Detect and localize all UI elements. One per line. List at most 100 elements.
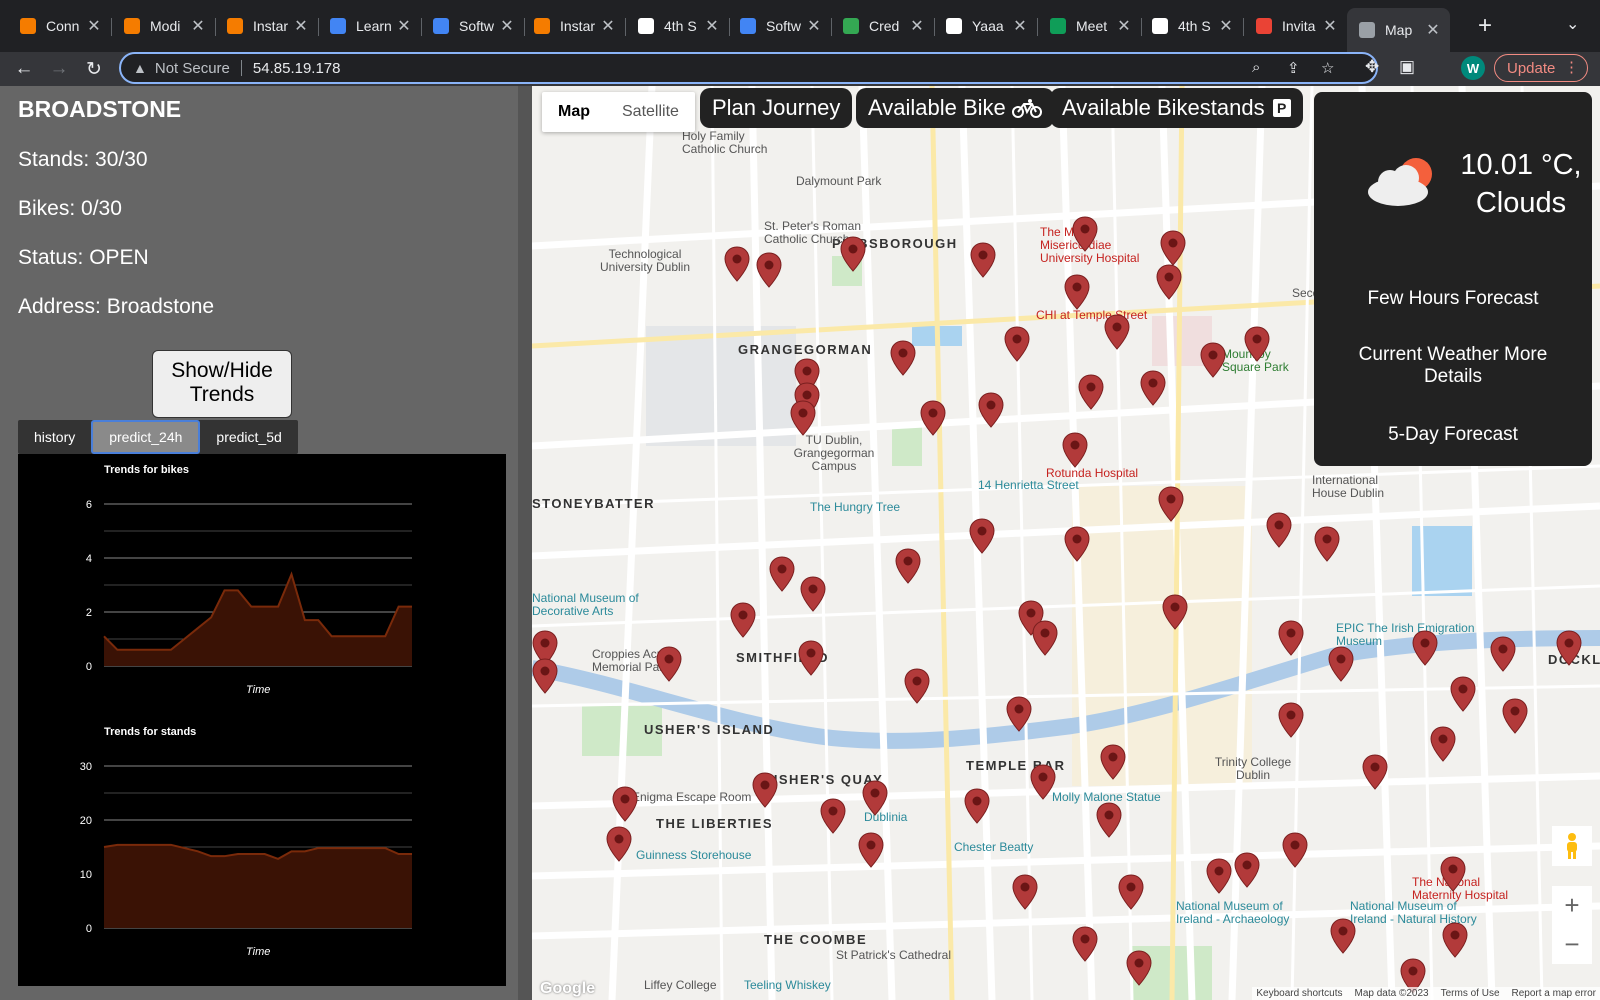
bike-station-pin[interactable]	[978, 392, 1004, 428]
bike-station-pin[interactable]	[964, 788, 990, 824]
bike-station-pin[interactable]	[1330, 918, 1356, 954]
bike-station-pin[interactable]	[1440, 856, 1466, 892]
zoom-in-button[interactable]: +	[1552, 886, 1592, 926]
share-icon[interactable]: ⇪	[1287, 59, 1300, 77]
map-type-map[interactable]: Map	[542, 92, 606, 132]
forward-arrow-icon[interactable]: →	[45, 55, 73, 83]
close-tab-icon[interactable]: ✕	[805, 16, 823, 36]
tab-predict-5d[interactable]: predict_5d	[200, 420, 297, 454]
bike-station-pin[interactable]	[1502, 698, 1528, 734]
browser-tab[interactable]: Instar ✕	[522, 8, 625, 44]
close-tab-icon[interactable]: ✕	[1115, 16, 1133, 36]
bike-station-pin[interactable]	[532, 658, 558, 694]
tab-history[interactable]: history	[18, 420, 91, 454]
bike-station-pin[interactable]	[724, 246, 750, 282]
zoom-magnifier-icon[interactable]: ⌕	[1252, 59, 1260, 76]
bike-station-pin[interactable]	[1328, 646, 1354, 682]
current-weather-details-link[interactable]: Current Weather More Details	[1314, 344, 1592, 388]
bike-station-pin[interactable]	[1072, 216, 1098, 252]
report-map-error-link[interactable]: Report a map error	[1512, 988, 1596, 999]
browser-tab[interactable]: Softw ✕	[728, 8, 831, 44]
bike-station-pin[interactable]	[656, 646, 682, 682]
bike-station-pin[interactable]	[1200, 342, 1226, 378]
bookmark-star-icon[interactable]: ☆	[1321, 59, 1334, 77]
bike-station-pin[interactable]	[1032, 620, 1058, 656]
bike-station-pin[interactable]	[890, 340, 916, 376]
bike-station-pin[interactable]	[756, 252, 782, 288]
bike-station-pin[interactable]	[1030, 764, 1056, 800]
available-bike-button[interactable]: Available Bike	[856, 88, 1054, 128]
bike-station-pin[interactable]	[1362, 754, 1388, 790]
bike-station-pin[interactable]	[1064, 526, 1090, 562]
tab-search-chevron-icon[interactable]: ⌄	[1566, 14, 1579, 34]
bike-station-pin[interactable]	[1126, 950, 1152, 986]
bike-station-pin[interactable]	[1064, 274, 1090, 310]
available-bikestands-button[interactable]: Available Bikestands P	[1050, 88, 1303, 128]
bike-station-pin[interactable]	[1442, 922, 1468, 958]
address-bar[interactable]: ▲ Not Secure 54.85.19.178	[119, 52, 1378, 84]
bike-station-pin[interactable]	[1278, 620, 1304, 656]
tab-predict-24h[interactable]: predict_24h	[91, 420, 201, 454]
close-tab-icon[interactable]: ✕	[498, 16, 516, 36]
browser-tab[interactable]: Yaaa ✕	[934, 8, 1037, 44]
close-tab-icon[interactable]: ✕	[599, 16, 617, 36]
bike-station-pin[interactable]	[895, 548, 921, 584]
bike-station-pin[interactable]	[920, 400, 946, 436]
bike-station-pin[interactable]	[820, 798, 846, 834]
keyboard-shortcuts-link[interactable]: Keyboard shortcuts	[1256, 988, 1342, 999]
side-panel-icon[interactable]: ▣	[1399, 57, 1415, 77]
bike-station-pin[interactable]	[1072, 926, 1098, 962]
google-map[interactable]: PHIBSBOROUGH GRANGEGORMAN STONEYBATTER S…	[532, 86, 1600, 1000]
close-tab-icon[interactable]: ✕	[85, 16, 103, 36]
bike-station-pin[interactable]	[752, 772, 778, 808]
bike-station-pin[interactable]	[1412, 630, 1438, 666]
few-hours-forecast-link[interactable]: Few Hours Forecast	[1314, 288, 1592, 310]
bike-station-pin[interactable]	[1430, 726, 1456, 762]
browser-tab[interactable]: Modi ✕	[112, 8, 215, 44]
close-tab-icon[interactable]: ✕	[292, 16, 310, 36]
bike-station-pin[interactable]	[904, 668, 930, 704]
bike-station-pin[interactable]	[1156, 264, 1182, 300]
map-type-satellite[interactable]: Satellite	[606, 92, 695, 132]
bike-station-pin[interactable]	[798, 640, 824, 676]
bike-station-pin[interactable]	[730, 602, 756, 638]
browser-tab[interactable]: Meet ✕	[1038, 8, 1141, 44]
bike-station-pin[interactable]	[1234, 852, 1260, 888]
bike-station-pin[interactable]	[769, 556, 795, 592]
close-tab-icon[interactable]: ✕	[908, 16, 926, 36]
close-tab-icon[interactable]: ✕	[1217, 16, 1235, 36]
close-tab-icon[interactable]: ✕	[1424, 20, 1442, 40]
close-tab-icon[interactable]: ✕	[703, 16, 721, 36]
browser-tab[interactable]: Cred ✕	[831, 8, 934, 44]
bike-station-pin[interactable]	[790, 400, 816, 436]
not-secure-label[interactable]: Not Secure	[155, 60, 230, 77]
more-vert-icon[interactable]: ⋮	[1564, 58, 1579, 76]
street-view-pegman-icon[interactable]	[1552, 826, 1592, 866]
browser-tab[interactable]: Learn ✕	[318, 8, 421, 44]
bike-station-pin[interactable]	[969, 518, 995, 554]
bike-station-pin[interactable]	[1078, 374, 1104, 410]
bike-station-pin[interactable]	[612, 786, 638, 822]
bike-station-pin[interactable]	[1140, 370, 1166, 406]
bike-station-pin[interactable]	[970, 242, 996, 278]
bike-station-pin[interactable]	[1206, 858, 1232, 894]
bike-station-pin[interactable]	[1158, 486, 1184, 522]
bike-station-pin[interactable]	[1278, 702, 1304, 738]
bike-station-pin[interactable]	[1244, 326, 1270, 362]
zoom-out-button[interactable]: −	[1552, 924, 1592, 964]
bike-station-pin[interactable]	[1162, 594, 1188, 630]
bike-station-pin[interactable]	[1160, 230, 1186, 266]
plan-journey-button[interactable]: Plan Journey	[700, 88, 853, 128]
bike-station-pin[interactable]	[1282, 832, 1308, 868]
bike-station-pin[interactable]	[840, 236, 866, 272]
bike-station-pin[interactable]	[1266, 512, 1292, 548]
bike-station-pin[interactable]	[1556, 630, 1582, 666]
bike-station-pin[interactable]	[1450, 676, 1476, 712]
browser-tab[interactable]: Conn ✕	[8, 8, 111, 44]
browser-tab[interactable]: 4th S ✕	[1140, 8, 1243, 44]
bike-station-pin[interactable]	[800, 576, 826, 612]
back-arrow-icon[interactable]: ←	[10, 55, 38, 83]
new-tab-button[interactable]: +	[1478, 14, 1492, 38]
bike-station-pin[interactable]	[1062, 432, 1088, 468]
bike-station-pin[interactable]	[862, 780, 888, 816]
